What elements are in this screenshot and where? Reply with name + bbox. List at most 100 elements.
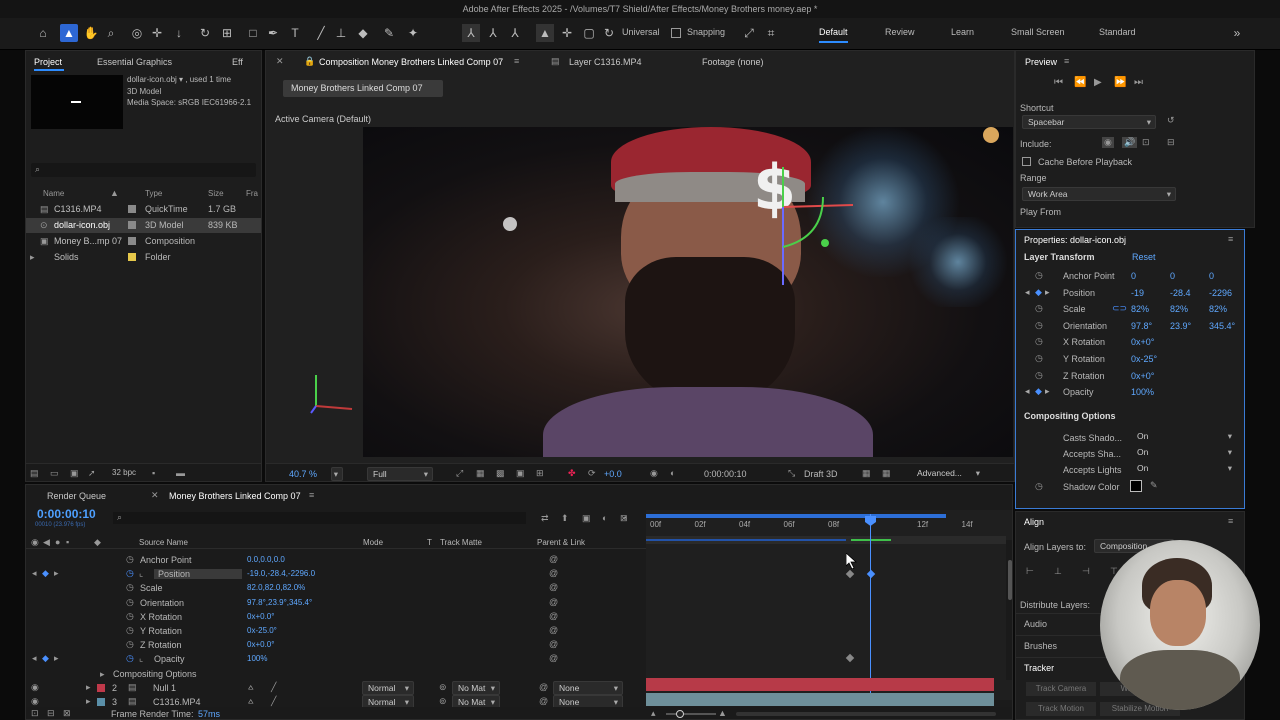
- timeline-property-value[interactable]: 97.8°,23.9°,345.4°: [247, 598, 312, 607]
- timeline-menu-icon[interactable]: ≡: [309, 490, 314, 500]
- timeline-property-value[interactable]: 100%: [247, 654, 267, 663]
- orbit-tool-icon[interactable]: ◎: [128, 24, 146, 42]
- value-x[interactable]: 0x+0°: [1131, 337, 1154, 347]
- position-keyframe-2[interactable]: [866, 569, 876, 579]
- track-motion-button[interactable]: Track Motion: [1026, 702, 1096, 716]
- col-size[interactable]: Size: [208, 189, 224, 198]
- value-y[interactable]: 23.9°: [1170, 321, 1191, 331]
- more-workspaces-icon[interactable]: »: [1228, 24, 1246, 42]
- layer-name[interactable]: Null 1: [153, 683, 176, 693]
- keyframe-icon[interactable]: ◆: [1035, 287, 1042, 298]
- sort-icon[interactable]: ▲: [110, 188, 119, 198]
- timeline-property-value[interactable]: 0x-25.0°: [247, 626, 277, 635]
- parent-dropdown[interactable]: None: [553, 681, 623, 695]
- timeline-property-value[interactable]: 0x+0.0°: [247, 640, 274, 649]
- align-left-icon[interactable]: ⊢: [1026, 566, 1034, 577]
- pickwhip-icon[interactable]: @: [549, 597, 558, 607]
- timeline-property-row[interactable]: ◷ Orientation 97.8°,23.9°,345.4° @: [26, 596, 646, 610]
- lock-header-icon[interactable]: ▪: [66, 537, 69, 547]
- prev-keyframe-icon[interactable]: ◂: [1025, 386, 1030, 397]
- tab-timeline-comp[interactable]: Money Brothers Linked Comp 07: [169, 491, 301, 501]
- tab-effects[interactable]: Eff: [232, 57, 243, 67]
- timeline-property-row[interactable]: ◷ Anchor Point 0.0,0.0,0.0 @: [26, 553, 646, 567]
- label-color[interactable]: [128, 237, 136, 245]
- position-keyframe-1[interactable]: [845, 569, 855, 579]
- toggle-switches-icon[interactable]: ⊡: [31, 708, 39, 719]
- reset-link[interactable]: Reset: [1132, 252, 1156, 262]
- stopwatch-icon[interactable]: ◷: [1035, 353, 1043, 364]
- type-tool-icon[interactable]: T: [286, 24, 304, 42]
- value-x[interactable]: -19: [1131, 288, 1144, 298]
- prev-frame-icon[interactable]: ⏪: [1074, 77, 1086, 88]
- reset-exposure-icon[interactable]: ⟳: [588, 468, 596, 479]
- snapping-checkbox[interactable]: [671, 28, 681, 38]
- preview-title[interactable]: Preview: [1025, 57, 1057, 67]
- constrain-link-icon[interactable]: ⊂⊃: [1112, 303, 1127, 314]
- value-y[interactable]: 0: [1170, 271, 1175, 281]
- stopwatch-icon[interactable]: ◷: [126, 554, 134, 565]
- label-header-icon[interactable]: ◆: [94, 537, 101, 548]
- track-matte-dropdown[interactable]: No Mat: [452, 681, 500, 695]
- shadow-color-swatch[interactable]: [1130, 480, 1142, 492]
- pickwhip-icon[interactable]: @: [549, 653, 558, 663]
- stopwatch-icon[interactable]: ◷: [126, 597, 134, 608]
- zoom-in-icon[interactable]: ▲: [718, 708, 727, 718]
- resolution-dropdown[interactable]: Full: [367, 467, 433, 481]
- tab-composition[interactable]: Composition Money Brothers Linked Comp 0…: [319, 57, 503, 67]
- col-type[interactable]: Type: [145, 189, 162, 198]
- project-item[interactable]: ⊙ dollar-icon.obj 3D Model 839 KB: [26, 218, 261, 233]
- next-frame-icon[interactable]: ⏩: [1114, 77, 1126, 88]
- null-layer-bar[interactable]: [646, 678, 994, 691]
- rotate-3d-icon[interactable]: ↻: [600, 24, 618, 42]
- new-comp-icon[interactable]: ▣: [70, 468, 79, 479]
- region-icon[interactable]: ▦: [476, 468, 485, 479]
- keyframe-icon[interactable]: ◆: [1035, 386, 1042, 397]
- comp-menu-icon[interactable]: ≡: [514, 56, 519, 66]
- last-frame-icon[interactable]: ⏭: [1134, 77, 1143, 88]
- track-camera-button[interactable]: Track Camera: [1026, 682, 1096, 696]
- audio-header-icon[interactable]: ◀: [43, 537, 50, 548]
- visibility-eye-icon[interactable]: ◉: [31, 682, 39, 693]
- eyedropper-icon[interactable]: ✎: [1150, 480, 1158, 491]
- workspace-default[interactable]: Default: [819, 27, 848, 43]
- source-name-header[interactable]: Source Name: [139, 538, 188, 547]
- value-y[interactable]: 82%: [1170, 304, 1188, 314]
- exposure-value[interactable]: +0.0: [604, 469, 622, 479]
- stopwatch-icon[interactable]: ◷: [126, 611, 134, 622]
- project-item[interactable]: ▸ Solids Folder: [26, 250, 261, 265]
- collapse-icon[interactable]: ╱: [271, 682, 276, 693]
- matte-icon[interactable]: ⊚: [439, 696, 447, 707]
- stopwatch-icon[interactable]: ◷: [1035, 320, 1043, 331]
- pickwhip-icon[interactable]: @: [549, 611, 558, 621]
- col-frame[interactable]: Fra: [246, 189, 258, 198]
- mask-icon[interactable]: ▣: [516, 468, 525, 479]
- axis-local-icon[interactable]: ⅄: [462, 24, 480, 42]
- value-x[interactable]: 82%: [1131, 304, 1149, 314]
- toggle-modes-icon[interactable]: ⊟: [47, 708, 55, 719]
- trash-icon[interactable]: ▬: [176, 468, 185, 478]
- snap-grid-icon[interactable]: ⌗: [762, 24, 780, 42]
- accepts-lights-dropdown[interactable]: On: [1132, 462, 1236, 476]
- workspace-learn[interactable]: Learn: [951, 27, 974, 37]
- workspace-standard[interactable]: Standard: [1099, 27, 1136, 37]
- stopwatch-icon[interactable]: ◷: [1035, 270, 1043, 281]
- timeline-property-value[interactable]: 82.0,82.0,82.0%: [247, 583, 305, 592]
- label-color[interactable]: [128, 221, 136, 229]
- timeline-property-row[interactable]: ◷ X Rotation 0x+0.0° @: [26, 610, 646, 624]
- layer-label-color[interactable]: [97, 698, 105, 706]
- include-video-icon[interactable]: ◉: [1102, 137, 1114, 148]
- home-icon[interactable]: ⌂: [34, 24, 52, 42]
- timeline-property-row[interactable]: ◷ Scale 82.0,82.0,82.0% @: [26, 581, 646, 595]
- timeline-property-row[interactable]: ◷ Z Rotation 0x+0.0° @: [26, 638, 646, 652]
- cache-label[interactable]: Cache Before Playback: [1038, 157, 1132, 167]
- 3d-view-icon[interactable]: ▦: [862, 468, 871, 479]
- universal-label[interactable]: Universal: [622, 27, 660, 37]
- mode-header[interactable]: Mode: [363, 538, 383, 547]
- accepts-shadows-dropdown[interactable]: On: [1132, 446, 1236, 460]
- eraser-tool-icon[interactable]: ◆: [354, 24, 372, 42]
- shy-icon[interactable]: ⩟: [248, 696, 253, 707]
- time-graph[interactable]: 00f 02f 04f 06f 08f 12f 14f: [646, 510, 1012, 706]
- footage-layer-bar[interactable]: [646, 693, 994, 706]
- draft-3d-icon[interactable]: ⬆: [561, 513, 569, 524]
- channel-icon[interactable]: ✤: [568, 468, 576, 479]
